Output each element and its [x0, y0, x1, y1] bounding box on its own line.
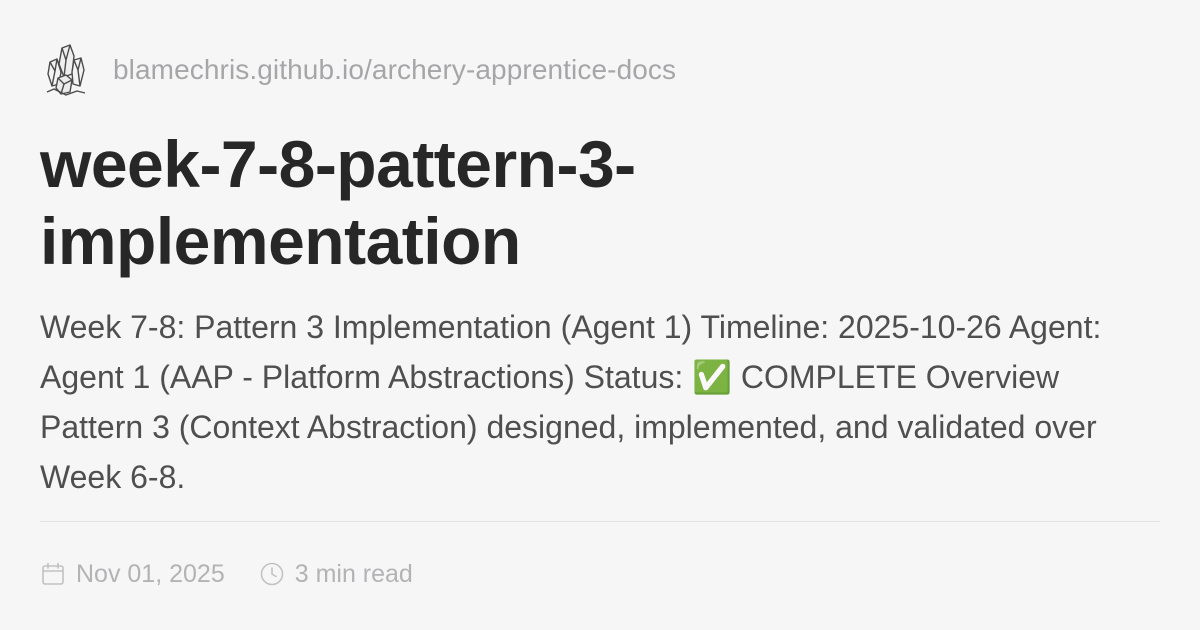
title-line-2: implementation — [40, 204, 521, 278]
read-time-text: 3 min read — [294, 559, 413, 588]
post-meta: Nov 01, 2025 3 min read — [40, 553, 413, 595]
read-time: 3 min read — [259, 560, 413, 589]
page-description: Week 7-8: Pattern 3 Implementation (Agen… — [40, 309, 1102, 495]
calendar-icon — [42, 562, 64, 585]
site-url[interactable]: blamechris.github.io/archery-apprentice-… — [113, 54, 676, 86]
site-header: blamechris.github.io/archery-apprentice-… — [44, 40, 676, 100]
publish-date-text: Nov 01, 2025 — [76, 559, 225, 588]
title-line-1: week-7-8-pattern-3- — [40, 127, 636, 201]
page-title: week-7-8-pattern-3- implementation — [40, 126, 1160, 280]
clock-icon — [260, 562, 284, 586]
social-preview-card: blamechris.github.io/archery-apprentice-… — [0, 0, 1200, 630]
publish-date: Nov 01, 2025 — [40, 560, 225, 589]
divider — [40, 521, 1160, 522]
crystal-cluster-icon — [46, 44, 86, 96]
